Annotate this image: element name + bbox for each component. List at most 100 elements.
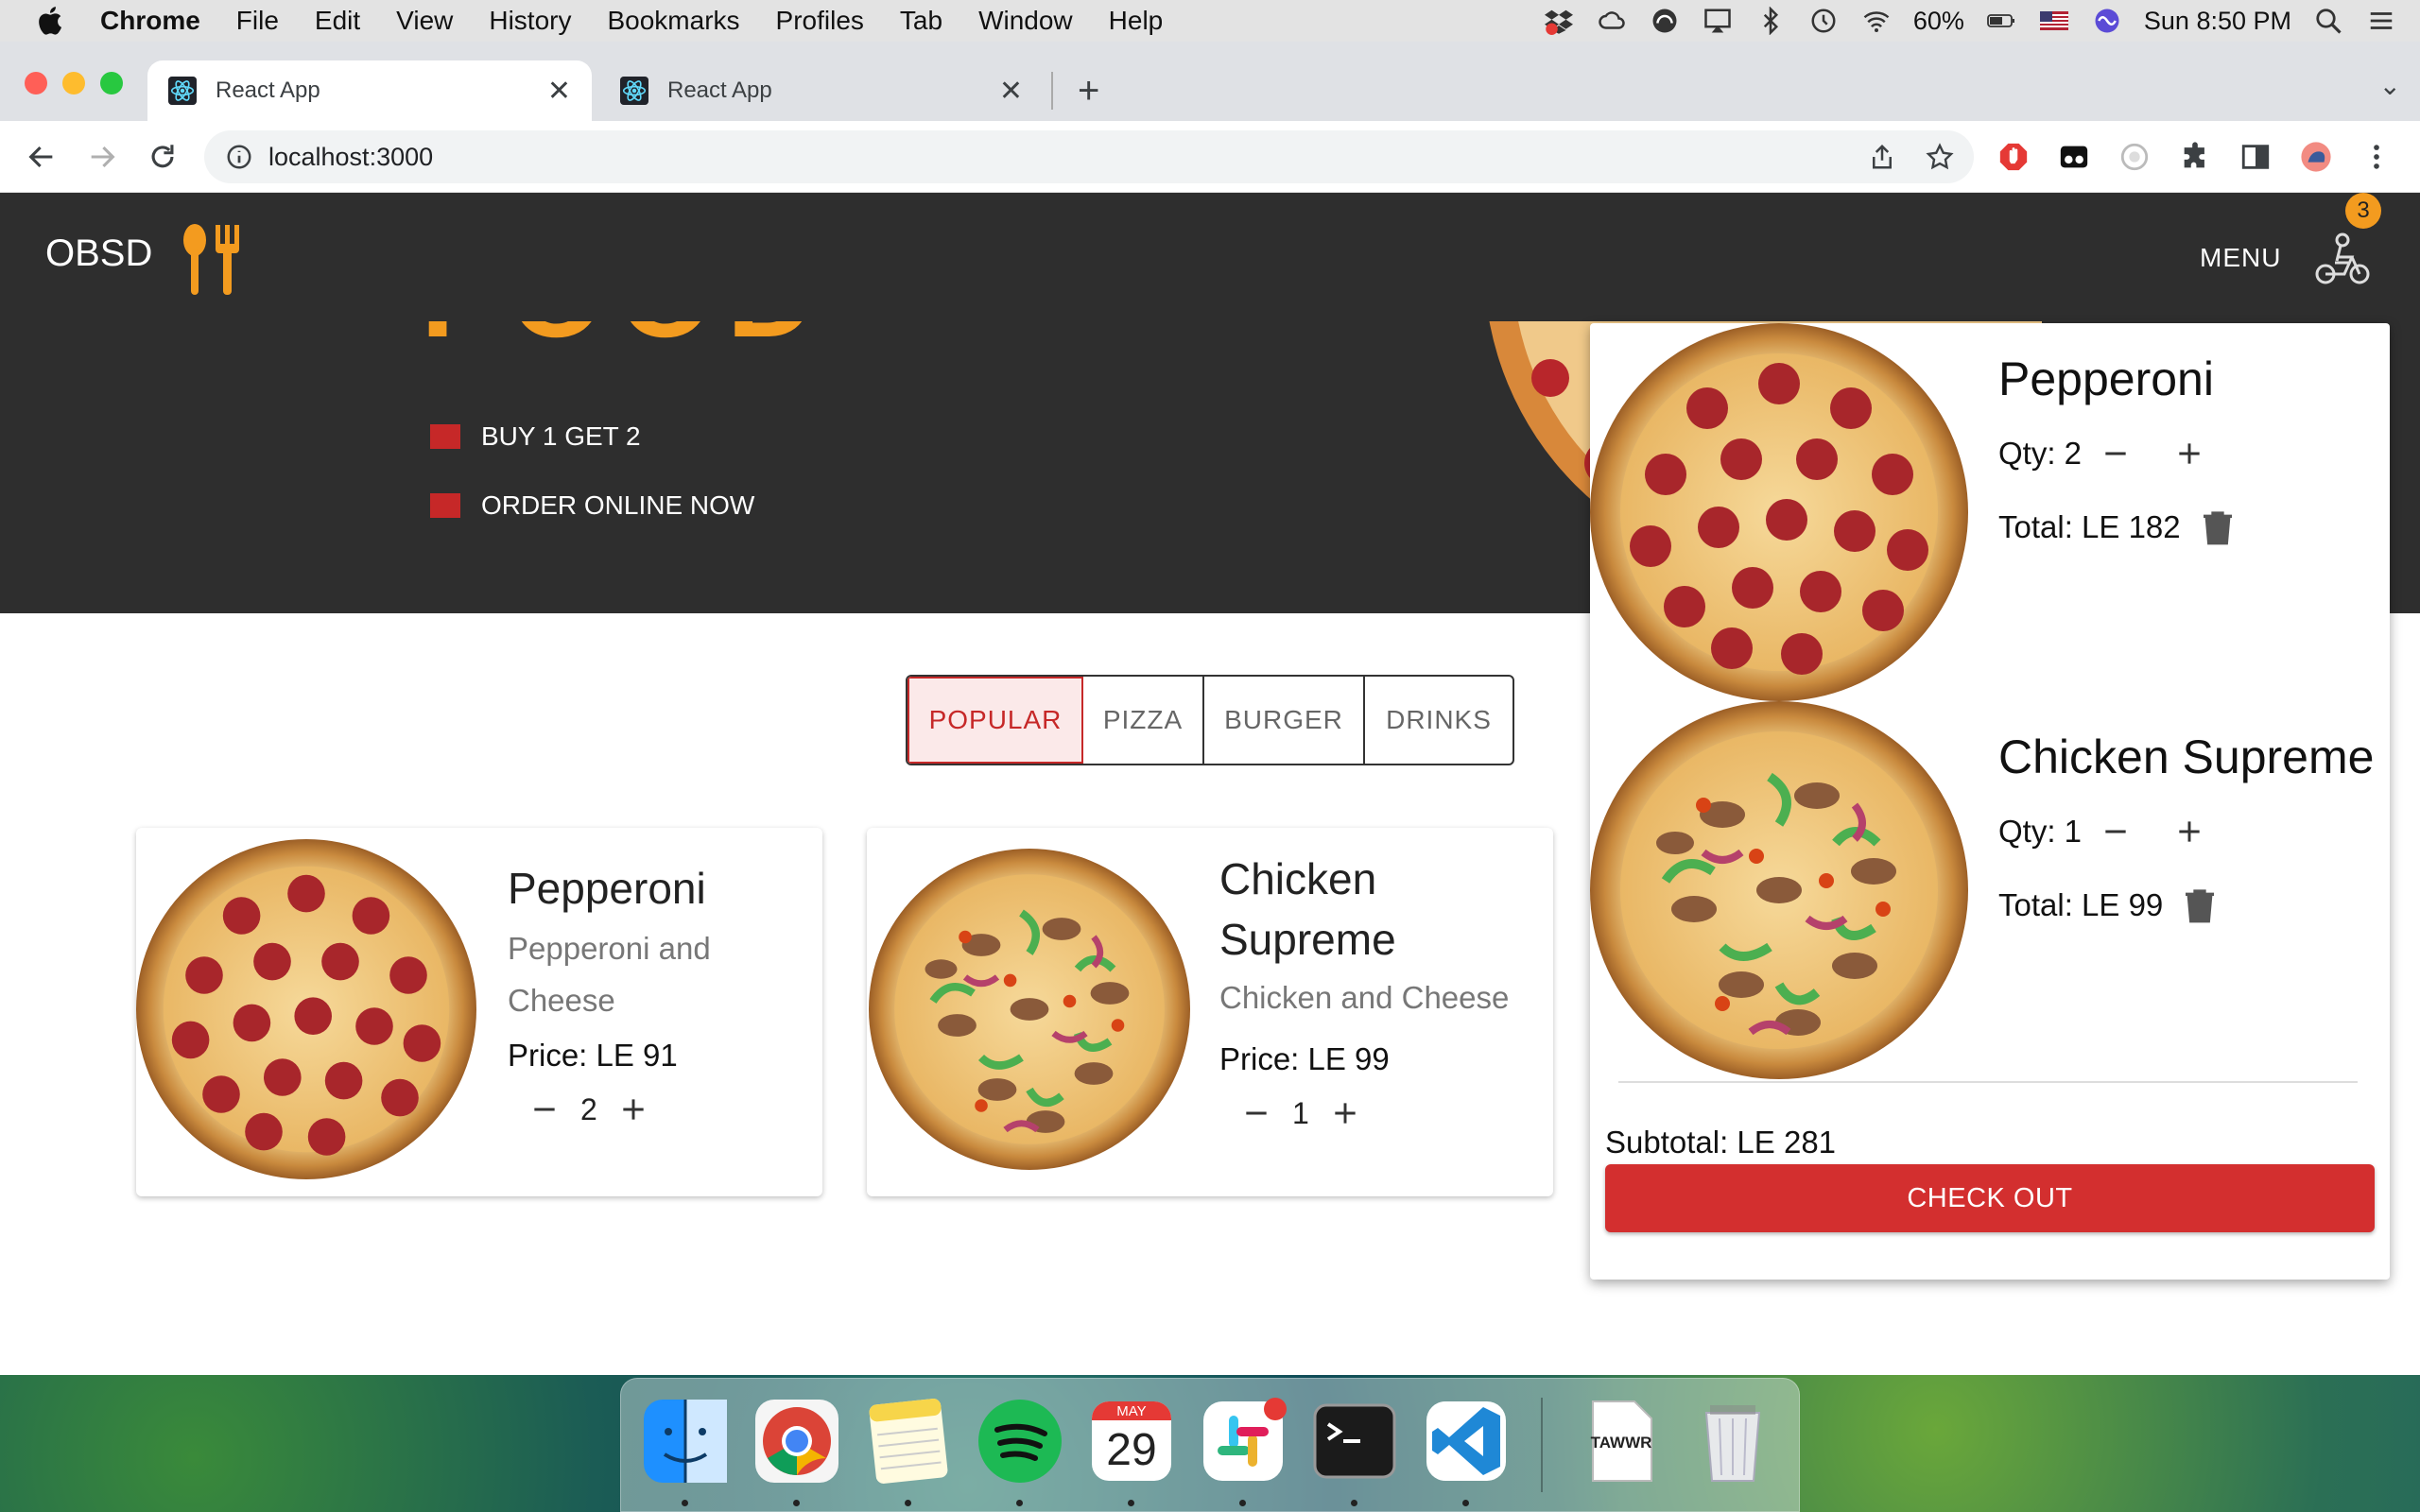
menu-history[interactable]: History <box>489 6 571 36</box>
cart-increase-button[interactable] <box>2170 813 2208 850</box>
calendar-icon[interactable]: MAY 29 <box>1086 1396 1177 1486</box>
chrome-menu-kebab-icon[interactable] <box>2360 140 2394 174</box>
window-close-button[interactable] <box>25 72 47 94</box>
time-machine-icon[interactable] <box>1807 7 1840 35</box>
minus-icon <box>1246 1111 1267 1115</box>
tab-close-icon[interactable]: ✕ <box>547 75 571 108</box>
decrease-qty-button[interactable] <box>1237 1094 1275 1132</box>
macos-dock: MAY 29 TAWWR <box>620 1378 1800 1512</box>
decrease-qty-button[interactable] <box>526 1091 563 1128</box>
reload-button[interactable] <box>144 138 182 176</box>
trash-icon[interactable] <box>2202 508 2234 546</box>
chicken-supreme-pizza-image <box>869 849 1190 1170</box>
adblock-extension-icon[interactable] <box>1996 140 2031 174</box>
finder-icon[interactable] <box>640 1396 731 1486</box>
filter-pizza-button[interactable]: PIZZA <box>1083 677 1204 764</box>
tab-close-icon[interactable]: ✕ <box>999 75 1023 108</box>
window-zoom-button[interactable] <box>100 72 123 94</box>
wifi-icon[interactable] <box>1860 7 1893 35</box>
airplay-icon[interactable] <box>1702 7 1734 35</box>
back-arrow-icon <box>28 146 53 168</box>
creative-cloud-icon[interactable] <box>1596 7 1628 35</box>
product-price: Price: LE 99 <box>1219 1041 1390 1076</box>
increase-qty-button[interactable] <box>614 1091 652 1128</box>
cart-item-total-row: Total: LE 182 <box>1998 508 2234 546</box>
menu-help[interactable]: Help <box>1109 6 1164 36</box>
bluetooth-icon[interactable] <box>1754 7 1787 35</box>
cart-decrease-button[interactable] <box>2097 813 2135 850</box>
url-text[interactable]: localhost:3000 <box>268 143 433 172</box>
notes-icon[interactable] <box>863 1396 954 1486</box>
spotify-icon[interactable] <box>975 1396 1065 1486</box>
menu-edit[interactable]: Edit <box>315 6 360 36</box>
tab-react-app-active[interactable]: React App ✕ <box>147 60 592 121</box>
product-price: Price: LE 91 <box>508 1038 678 1073</box>
trash-can-icon[interactable] <box>1687 1396 1778 1486</box>
terminal-icon[interactable] <box>1309 1396 1400 1486</box>
us-flag-icon[interactable] <box>2038 7 2070 35</box>
hero-bullet-text: ORDER ONLINE NOW <box>481 490 755 520</box>
vscode-icon[interactable] <box>1421 1396 1512 1486</box>
profile-avatar[interactable] <box>2299 140 2333 174</box>
share-icon[interactable] <box>1868 143 1896 171</box>
menu-tab[interactable]: Tab <box>900 6 942 36</box>
filter-drinks-button[interactable]: DRINKS <box>1365 677 1512 764</box>
cart-item-qty: Qty: 2 <box>1998 436 2083 471</box>
menu-view[interactable]: View <box>396 6 453 36</box>
tab-manager-extension-icon[interactable] <box>2057 140 2091 174</box>
site-info-icon[interactable] <box>225 143 253 171</box>
bookmark-star-icon[interactable] <box>1925 142 1955 172</box>
sync-icon[interactable] <box>1649 7 1681 35</box>
spotlight-search-icon[interactable] <box>2312 7 2344 35</box>
address-bar[interactable]: localhost:3000 <box>204 130 1974 183</box>
chrome-icon[interactable] <box>752 1396 842 1486</box>
side-panel-icon[interactable] <box>2238 140 2273 174</box>
checkout-button[interactable]: CHECK OUT <box>1605 1164 2375 1232</box>
new-tab-button[interactable]: + <box>1078 70 1099 112</box>
cart-panel: Pepperoni Qty: 2 Total: LE 182 Chicken S… <box>1590 323 2390 1280</box>
plus-icon <box>1335 1103 1356 1124</box>
filter-burger-button[interactable]: BURGER <box>1204 677 1365 764</box>
delivery-scooter-cart-icon[interactable] <box>2312 227 2373 287</box>
menu-bookmarks[interactable]: Bookmarks <box>607 6 739 36</box>
nav-menu-link[interactable]: MENU <box>2200 243 2281 273</box>
menu-file[interactable]: File <box>236 6 279 36</box>
category-filter-group: POPULAR PIZZA BURGER DRINKS <box>906 675 1514 765</box>
slack-icon[interactable] <box>1198 1396 1288 1486</box>
forward-button[interactable] <box>83 138 121 176</box>
minus-icon <box>2105 452 2126 455</box>
camera-extension-icon[interactable] <box>2118 140 2152 174</box>
control-center-icon[interactable] <box>2365 7 2397 35</box>
bullet-square <box>430 493 460 518</box>
cart-item-total: Total: LE 99 <box>1998 887 2164 922</box>
filter-popular-button[interactable]: POPULAR <box>908 677 1083 764</box>
tab-react-app[interactable]: React App ✕ <box>599 60 1044 121</box>
window-minimize-button[interactable] <box>62 72 85 94</box>
product-qty-value: 1 <box>1292 1095 1309 1130</box>
menu-window[interactable]: Window <box>978 6 1073 36</box>
dropbox-icon[interactable] <box>1543 7 1575 35</box>
apple-menu-icon[interactable] <box>38 5 66 37</box>
tab-title: React App <box>216 77 320 103</box>
tab-search-chevron-icon[interactable]: ⌄ <box>2379 70 2401 101</box>
tawwr-csv-file-icon[interactable]: TAWWR <box>1576 1396 1667 1486</box>
menu-app-name[interactable]: Chrome <box>100 6 200 36</box>
menubar-clock[interactable]: Sun 8:50 PM <box>2144 7 2291 36</box>
increase-qty-button[interactable] <box>1326 1094 1364 1132</box>
minus-icon <box>534 1108 555 1111</box>
battery-icon[interactable] <box>1985 7 2017 35</box>
back-button[interactable] <box>23 138 60 176</box>
trash-icon[interactable] <box>2184 886 2216 924</box>
cart-item-name: Chicken Supreme <box>1998 730 2375 783</box>
dock-running-indicator <box>1016 1500 1023 1506</box>
brand-logo-text[interactable]: OBSD <box>45 232 152 275</box>
menu-profiles[interactable]: Profiles <box>776 6 864 36</box>
product-name: Chicken Supreme <box>1219 854 1396 964</box>
hero-bullet: BUY 1 GET 2 <box>430 421 641 452</box>
siri-icon[interactable] <box>2091 7 2123 35</box>
site-navbar: OBSD MENU 3 <box>0 193 2420 321</box>
cart-decrease-button[interactable] <box>2097 435 2135 472</box>
cart-increase-button[interactable] <box>2170 435 2208 472</box>
cart-divider <box>1618 1081 2358 1083</box>
extensions-puzzle-icon[interactable] <box>2178 140 2212 174</box>
